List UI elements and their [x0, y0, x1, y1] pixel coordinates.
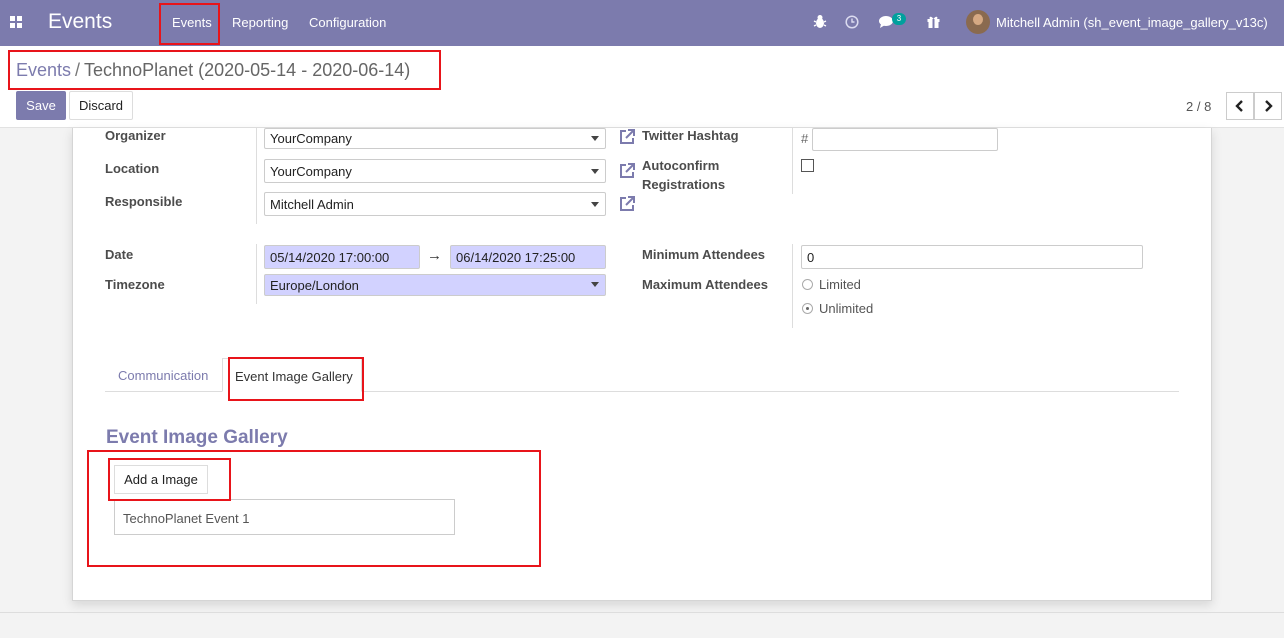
organizer-select[interactable]: YourCompany: [264, 128, 606, 149]
chevron-left-icon: [1235, 100, 1243, 112]
maximum-attendees-label: Maximum Attendees: [642, 277, 768, 292]
external-link-icon[interactable]: [618, 128, 636, 146]
twitter-hashtag-input[interactable]: [812, 128, 998, 151]
field-divider: [792, 244, 793, 328]
responsible-value: Mitchell Admin: [270, 197, 354, 212]
twitter-hashtag-label: Twitter Hashtag: [642, 128, 739, 143]
date-label: Date: [105, 247, 134, 262]
tab-communication[interactable]: Communication: [118, 368, 208, 383]
unlimited-radio-label[interactable]: Unlimited: [819, 301, 873, 316]
autoconfirm-label-line1: Autoconfirm: [642, 158, 720, 173]
user-menu[interactable]: Mitchell Admin (sh_event_image_gallery_v…: [996, 15, 1268, 30]
user-avatar[interactable]: [966, 10, 990, 34]
field-divider: [256, 244, 257, 304]
limited-radio-label[interactable]: Limited: [819, 277, 861, 292]
location-select[interactable]: YourCompany: [264, 159, 606, 183]
breadcrumb-separator: /: [75, 60, 81, 80]
app-title: Events: [48, 10, 113, 33]
breadcrumb-current: TechnoPlanet (2020-05-14 - 2020-06-14): [84, 60, 411, 80]
menu-reporting[interactable]: Reporting: [232, 15, 288, 30]
autoconfirm-label-line2: Registrations: [642, 177, 726, 192]
control-panel: Events / TechnoPlanet (2020-05-14 - 2020-0…: [0, 46, 1284, 128]
tab-event-image-gallery[interactable]: Event Image Gallery: [222, 358, 362, 392]
breadcrumb-events-link[interactable]: Events: [16, 60, 71, 80]
timezone-select[interactable]: Europe/London: [264, 274, 606, 296]
organizer-label: Organizer: [105, 128, 166, 143]
menu-events[interactable]: Events: [172, 15, 212, 30]
gallery-title: Event Image Gallery: [106, 427, 288, 448]
message-count-badge: 3: [892, 13, 906, 25]
autoconfirm-checkbox[interactable]: [801, 159, 814, 172]
discard-button[interactable]: Discard: [69, 91, 133, 120]
location-value: YourCompany: [270, 164, 352, 179]
apps-menu-icon[interactable]: [10, 16, 23, 29]
pager-next-button[interactable]: [1254, 92, 1282, 120]
add-image-button[interactable]: Add a Image: [114, 465, 208, 494]
minimum-attendees-input[interactable]: 0: [801, 245, 1143, 269]
menu-configuration[interactable]: Configuration: [309, 15, 386, 30]
chevron-right-icon: [1265, 100, 1273, 112]
bug-icon[interactable]: [813, 14, 827, 29]
responsible-select[interactable]: Mitchell Admin: [264, 192, 606, 216]
hashtag-prefix: #: [801, 131, 809, 146]
gallery-item[interactable]: TechnoPlanet Event 1: [114, 499, 455, 535]
responsible-label: Responsible: [105, 194, 183, 209]
unlimited-radio[interactable]: [802, 303, 813, 314]
gift-icon[interactable]: [926, 14, 941, 29]
date-range-arrow: →: [427, 247, 442, 264]
organizer-value: YourCompany: [270, 131, 352, 146]
pager-previous-button[interactable]: [1226, 92, 1254, 120]
external-link-icon[interactable]: [618, 162, 636, 180]
save-button[interactable]: Save: [16, 91, 66, 120]
top-navbar: Events Events Reporting Configuration 3 …: [0, 0, 1284, 46]
field-divider: [792, 128, 793, 194]
pager-value[interactable]: 2 / 8: [1186, 99, 1211, 114]
external-link-icon[interactable]: [618, 195, 636, 213]
location-label: Location: [105, 161, 160, 176]
minimum-attendees-label: Minimum Attendees: [642, 247, 766, 262]
timezone-value: Europe/London: [270, 278, 359, 293]
date-start-input[interactable]: 05/14/2020 17:00:00: [264, 245, 420, 269]
limited-radio[interactable]: [802, 279, 813, 290]
field-divider: [256, 128, 257, 224]
clock-icon[interactable]: [845, 15, 859, 29]
timezone-label: Timezone: [105, 277, 165, 292]
bottom-divider: [0, 612, 1284, 613]
date-end-input[interactable]: 06/14/2020 17:25:00: [450, 245, 606, 269]
breadcrumb: Events / TechnoPlanet (2020-05-14 - 2020-0…: [16, 60, 410, 81]
